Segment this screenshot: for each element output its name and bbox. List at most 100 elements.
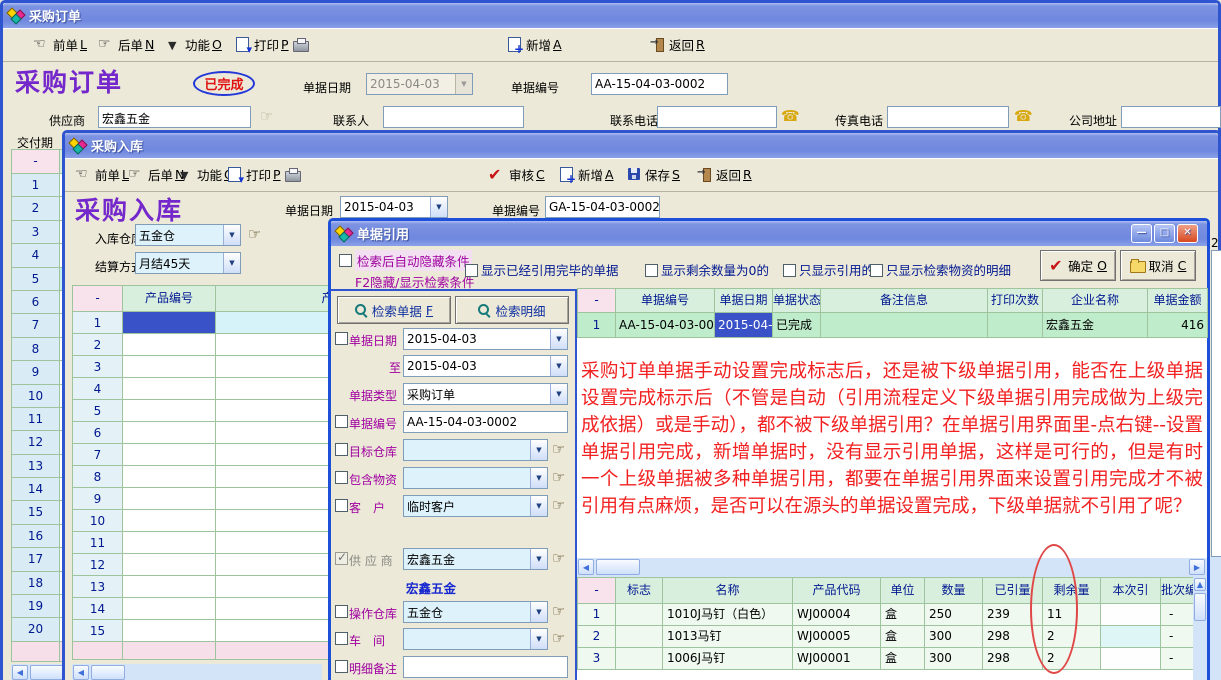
dropdown-arrow-icon[interactable] <box>223 253 240 273</box>
detail-cell-batch: - <box>1161 648 1194 670</box>
fax-phone-icon[interactable] <box>1014 107 1030 125</box>
filter-picker-hand-icon[interactable]: ☞ <box>552 604 565 619</box>
toolbar-prev-button[interactable]: 前单L <box>75 164 129 184</box>
filter-checkbox-7[interactable] <box>335 552 348 565</box>
dropdown-arrow-icon[interactable] <box>530 440 547 460</box>
filter-label-1: 至 <box>349 359 401 376</box>
scroll-left-icon[interactable]: ◀ <box>578 559 594 575</box>
ok-button[interactable]: 确定 O <box>1040 250 1116 281</box>
dropdown-arrow-icon[interactable] <box>530 496 547 516</box>
toolbar-functions-button[interactable]: 功能O <box>180 164 234 184</box>
table-row[interactable]: 1AA-15-04-03-00022015-04-03已完成宏鑫五金416 <box>578 313 1208 338</box>
stockin-doc-no-input[interactable]: GA-15-04-03-0002 <box>545 196 660 218</box>
po-doc-no-input[interactable]: AA-15-04-03-0002 <box>591 73 728 95</box>
table-row[interactable]: 31006J马钉WJ00001盒3002982- <box>578 648 1194 670</box>
filter-combo-1[interactable]: 2015-04-03 <box>403 355 568 377</box>
maximize-button[interactable]: □ <box>1154 224 1175 243</box>
phone-icon[interactable] <box>781 107 797 125</box>
filter-combo-2[interactable]: 采购订单 <box>403 383 568 405</box>
cancel-button[interactable]: 取消 C <box>1120 250 1196 281</box>
table-row[interactable]: 21013马钉WJ00005盒3002982- <box>578 626 1194 648</box>
filter-checkbox-3[interactable] <box>335 415 348 428</box>
scroll-thumb[interactable] <box>1194 593 1206 621</box>
warehouse-picker-hand-icon[interactable]: ☞ <box>248 227 261 242</box>
toolbar-add-button[interactable]: 新增A <box>560 164 614 184</box>
toolbar-back-button[interactable]: 返回R <box>651 34 705 54</box>
stockin-grid-hscrollbar[interactable]: ◀ <box>72 664 322 680</box>
toolbar-audit-button[interactable]: 审核C <box>488 164 545 184</box>
supplier-link[interactable]: 宏鑫五金 <box>406 578 456 597</box>
supplier-input[interactable]: 宏鑫五金 <box>98 106 251 128</box>
toolbar-back-button[interactable]: 返回R <box>698 164 752 184</box>
dropdown-arrow-icon[interactable] <box>530 549 547 569</box>
filter-picker-hand-icon[interactable]: ☞ <box>552 442 565 457</box>
filter-checkbox-9[interactable] <box>335 632 348 645</box>
dropdown-arrow-icon[interactable] <box>550 356 567 376</box>
toolbar-functions-button[interactable]: 功能O <box>168 34 222 54</box>
stockin-doc-date-combo[interactable]: 2015-04-03 <box>340 196 448 218</box>
toolbar-save-button[interactable]: 保存S <box>628 164 680 184</box>
warehouse-combo[interactable]: 五金仓 <box>135 224 241 246</box>
toolbar-print-button[interactable]: 打印P <box>236 34 309 54</box>
toolbar-prev-button[interactable]: 前单L <box>33 34 87 54</box>
option-checkbox[interactable] <box>870 264 883 277</box>
dropdown-arrow-icon[interactable] <box>530 602 547 622</box>
dropdown-arrow-icon[interactable] <box>455 74 472 94</box>
filter-combo-5[interactable] <box>403 467 548 489</box>
filter-picker-hand-icon[interactable]: ☞ <box>552 551 565 566</box>
option-checkbox[interactable] <box>339 254 352 267</box>
filter-combo-9[interactable] <box>403 628 548 650</box>
search-documents-button[interactable]: 检索单据 F <box>337 296 451 324</box>
dropdown-arrow-icon[interactable] <box>430 197 447 217</box>
settlement-combo[interactable]: 月结45天 <box>135 252 241 274</box>
address-input[interactable] <box>1121 106 1221 128</box>
scroll-right-icon[interactable]: ▶ <box>1189 559 1205 575</box>
filter-combo-8[interactable]: 五金仓 <box>403 601 548 623</box>
filter-picker-hand-icon[interactable]: ☞ <box>552 498 565 513</box>
contact-input[interactable] <box>383 106 524 128</box>
close-button[interactable]: ✕ <box>1177 224 1198 243</box>
dropdown-arrow-icon[interactable] <box>223 225 240 245</box>
toolbar-add-button[interactable]: 新增A <box>508 34 562 54</box>
filter-picker-hand-icon[interactable]: ☞ <box>552 631 565 646</box>
fax-input[interactable] <box>887 106 1009 128</box>
filter-checkbox-0[interactable] <box>335 332 348 345</box>
filter-checkbox-4[interactable] <box>335 443 348 456</box>
phone-input[interactable] <box>657 106 777 128</box>
option-checkbox[interactable] <box>783 264 796 277</box>
detail-grid-vscrollbar[interactable]: ▲ <box>1193 577 1207 680</box>
filter-checkbox-5[interactable] <box>335 471 348 484</box>
toolbar-next-button[interactable]: 后单N <box>128 164 184 184</box>
dropdown-arrow-icon[interactable] <box>550 384 567 404</box>
filter-combo-0[interactable]: 2015-04-03 <box>403 328 568 350</box>
option-checkbox[interactable] <box>645 264 658 277</box>
filter-combo-7[interactable]: 宏鑫五金 <box>403 548 548 570</box>
dropdown-arrow-icon[interactable] <box>530 468 547 488</box>
scroll-thumb[interactable] <box>596 559 640 575</box>
search-details-button[interactable]: 检索明细 <box>455 296 569 324</box>
scroll-thumb[interactable] <box>91 665 125 680</box>
dropdown-arrow-icon[interactable] <box>530 629 547 649</box>
toolbar-next-button[interactable]: 后单N <box>98 34 154 54</box>
filter-checkbox-6[interactable] <box>335 499 348 512</box>
filter-input-3[interactable]: AA-15-04-03-0002 <box>403 411 568 433</box>
scroll-thumb[interactable] <box>30 665 64 680</box>
toolbar-print-button[interactable]: 打印P <box>228 164 301 184</box>
scroll-left-icon[interactable]: ◀ <box>12 665 28 680</box>
filter-picker-hand-icon[interactable]: ☞ <box>552 470 565 485</box>
supplier-picker-hand-icon[interactable]: ☞ <box>260 109 273 124</box>
scroll-left-icon[interactable]: ◀ <box>73 665 89 680</box>
option-checkbox[interactable] <box>465 264 478 277</box>
filter-checkbox-10[interactable] <box>335 660 348 673</box>
minimize-button[interactable]: — <box>1131 224 1152 243</box>
filter-checkbox-8[interactable] <box>335 605 348 618</box>
product-code-cell <box>123 576 216 598</box>
dropdown-arrow-icon[interactable] <box>550 329 567 349</box>
table-row[interactable]: 11010J马钉（白色）WJ00004盒25023911- <box>578 604 1194 626</box>
master-grid-hscrollbar[interactable]: ◀ ▶ <box>577 558 1207 577</box>
po-doc-date-combo[interactable]: 2015-04-03 <box>366 73 473 95</box>
scroll-up-icon[interactable]: ▲ <box>1194 578 1206 591</box>
filter-combo-4[interactable] <box>403 439 548 461</box>
filter-input-10[interactable] <box>403 656 568 678</box>
filter-combo-6[interactable]: 临时客户 <box>403 495 548 517</box>
